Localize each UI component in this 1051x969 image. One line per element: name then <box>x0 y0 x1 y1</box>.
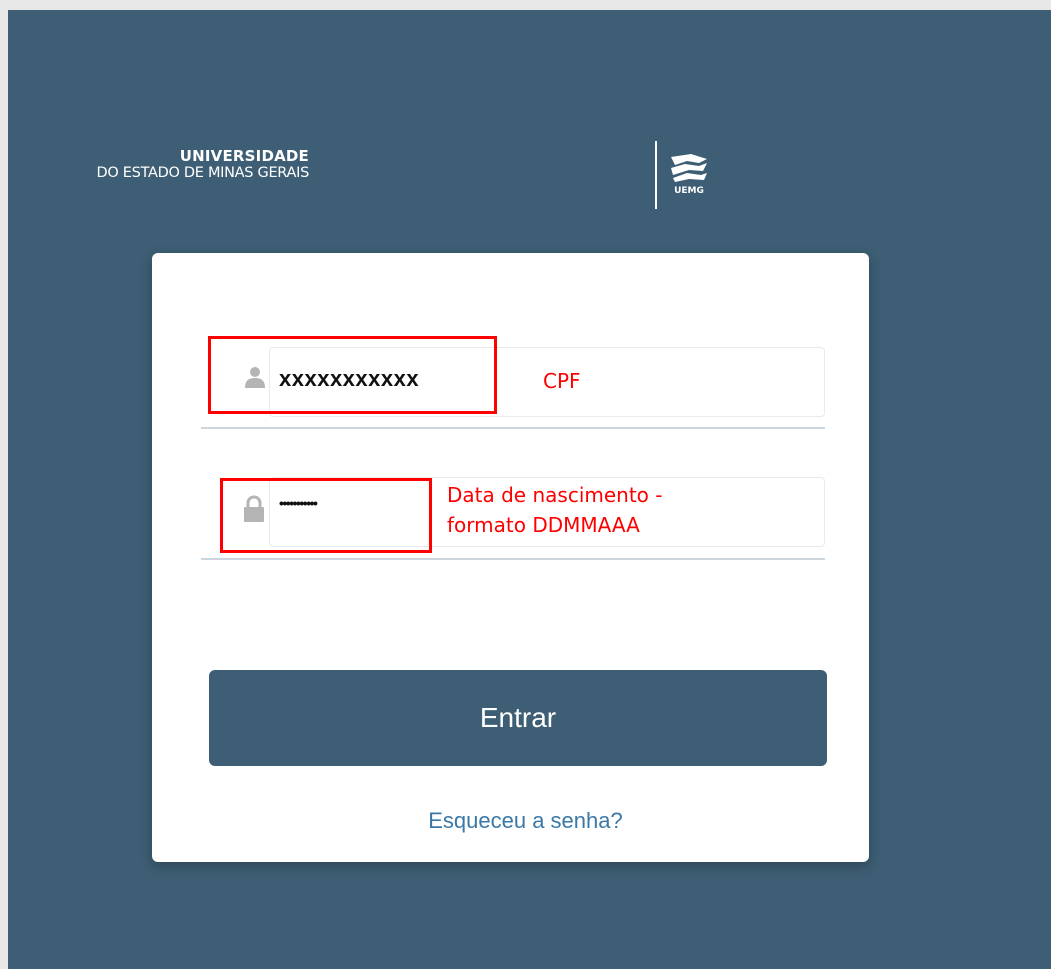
logo-mark-text: UEMG <box>674 186 704 195</box>
uemg-logo-icon: UEMG <box>671 154 707 195</box>
logo-divider <box>655 141 657 209</box>
university-logo-text: UNIVERSIDADE DO ESTADO DE MINAS GERAIS <box>96 147 310 182</box>
cpf-highlight-box <box>208 336 497 414</box>
cpf-annotation: CPF <box>543 369 581 393</box>
login-button[interactable]: Entrar <box>209 670 827 766</box>
logo-line-2: DO ESTADO DE MINAS GERAIS <box>96 165 310 182</box>
password-highlight-box <box>220 478 432 553</box>
birthdate-annotation: Data de nascimento - formato DDMMAAA <box>447 483 663 537</box>
logo-line-1: UNIVERSIDADE <box>179 147 309 165</box>
forgot-password-container: Esqueceu a senha? <box>0 808 1051 834</box>
forgot-password-link[interactable]: Esqueceu a senha? <box>428 808 623 833</box>
